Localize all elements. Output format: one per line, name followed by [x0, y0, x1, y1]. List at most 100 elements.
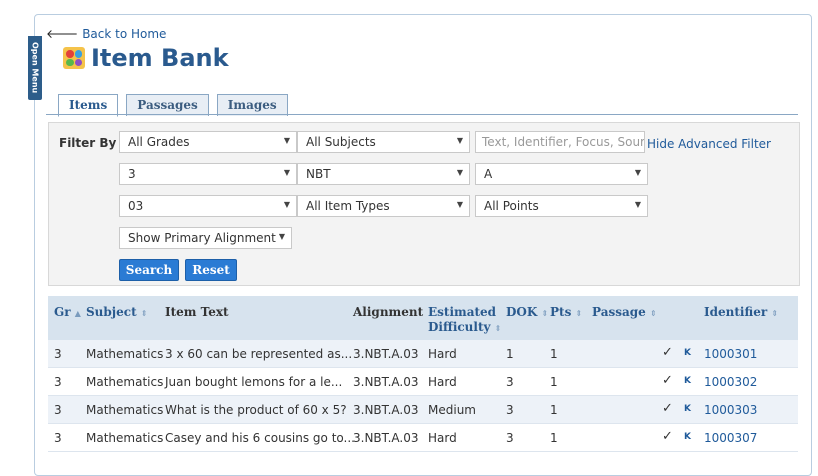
points-select[interactable]: All Points ▼ [475, 195, 648, 217]
items-table: Gr ▲ Subject ⇕ Item Text Alignment Estim… [48, 296, 798, 452]
cell-subject: Mathematics [86, 431, 164, 445]
header-item-text: Item Text [165, 305, 229, 319]
chevron-down-icon: ▼ [456, 136, 463, 145]
cell-grade: 3 [54, 431, 62, 445]
cell-text: Casey and his 6 cousins go to... [165, 431, 355, 445]
points-value: All Points [484, 199, 539, 213]
grades-select[interactable]: All Grades ▼ [119, 131, 297, 153]
cell-pts: 1 [550, 347, 558, 361]
filter-by-label: Filter By [59, 136, 117, 150]
chevron-down-icon: ▼ [283, 200, 290, 209]
cell-pts: 1 [550, 375, 558, 389]
cell-dok: 1 [506, 347, 514, 361]
cluster-value: A [484, 167, 493, 181]
reset-button[interactable]: Reset [185, 259, 237, 281]
tab-images[interactable]: Images [216, 94, 288, 116]
back-arrow-icon: 🡐 [46, 27, 79, 41]
cell-alignment: 3.NBT.A.03 [353, 403, 419, 417]
standard-value: 03 [128, 199, 144, 213]
header-difficulty[interactable]: Estimated Difficulty ⇕ [428, 305, 501, 336]
subjects-select[interactable]: All Subjects ▼ [297, 131, 470, 153]
cell-dok: 3 [506, 375, 514, 389]
header-dok[interactable]: DOK ⇕ [506, 305, 548, 319]
sort-asc-icon: ▲ [74, 308, 81, 318]
cell-difficulty: Hard [428, 347, 457, 361]
sort-icon: ⇕ [649, 308, 657, 318]
cell-grade: 3 [54, 347, 62, 361]
grade-level-value: 3 [128, 167, 136, 181]
tab-passages[interactable]: Passages [126, 94, 209, 116]
cell-grade: 3 [54, 403, 62, 417]
check-icon: ✓ [662, 373, 673, 388]
key-badge-icon[interactable]: K [684, 404, 691, 414]
key-badge-icon[interactable]: K [684, 348, 691, 358]
header-subject[interactable]: Subject ⇕ [86, 305, 148, 319]
filter-panel: Filter By All Grades ▼ All Subjects ▼ Te… [48, 122, 800, 286]
item-types-value: All Item Types [306, 199, 390, 213]
chevron-down-icon: ▼ [456, 200, 463, 209]
cell-difficulty: Hard [428, 431, 457, 445]
alignment-select[interactable]: Show Primary Alignment ▼ [119, 227, 292, 249]
sort-icon: ⇕ [541, 308, 549, 318]
search-button[interactable]: Search [119, 259, 179, 281]
header-grade[interactable]: Gr ▲ [54, 305, 81, 319]
standard-select[interactable]: 03 ▼ [119, 195, 297, 217]
domain-select[interactable]: NBT ▼ [297, 163, 470, 185]
header-alignment: Alignment [353, 305, 424, 319]
item-types-select[interactable]: All Item Types ▼ [297, 195, 470, 217]
search-input[interactable]: Text, Identifier, Focus, Source [475, 131, 645, 153]
identifier-link[interactable]: 1000307 [704, 431, 757, 445]
sort-icon: ⇕ [494, 323, 502, 333]
page-title: Item Bank [63, 44, 229, 72]
cell-dok: 3 [506, 431, 514, 445]
back-to-home-link[interactable]: 🡐 Back to Home [46, 26, 167, 42]
key-badge-icon[interactable]: K [684, 376, 691, 386]
cell-text: Juan bought lemons for a le... [165, 375, 343, 389]
sort-icon: ⇕ [140, 308, 148, 318]
cell-alignment: 3.NBT.A.03 [353, 431, 419, 445]
identifier-link[interactable]: 1000301 [704, 347, 757, 361]
chevron-down-icon: ▼ [634, 200, 641, 209]
check-icon: ✓ [662, 429, 673, 444]
domain-value: NBT [306, 167, 331, 181]
item-bank-logo-icon [63, 47, 85, 69]
cell-alignment: 3.NBT.A.03 [353, 347, 419, 361]
sort-icon: ⇕ [575, 308, 583, 318]
header-identifier[interactable]: Identifier ⇕ [704, 305, 778, 319]
alignment-value: Show Primary Alignment [128, 231, 276, 245]
tab-divider [46, 114, 798, 115]
table-row[interactable]: 3 Mathematics Casey and his 6 cousins go t… [48, 424, 798, 452]
page-title-text: Item Bank [91, 44, 229, 72]
hide-advanced-filter-link[interactable]: Hide Advanced Filter [647, 137, 771, 151]
sort-icon: ⇕ [771, 308, 779, 318]
cluster-select[interactable]: A ▼ [475, 163, 648, 185]
cell-subject: Mathematics [86, 403, 164, 417]
chevron-down-icon: ▼ [278, 232, 285, 241]
table-header: Gr ▲ Subject ⇕ Item Text Alignment Estim… [48, 296, 798, 340]
chevron-down-icon: ▼ [283, 136, 290, 145]
key-badge-icon[interactable]: K [684, 432, 691, 442]
grade-level-select[interactable]: 3 ▼ [119, 163, 297, 185]
cell-pts: 1 [550, 431, 558, 445]
back-to-home-label: Back to Home [82, 26, 167, 41]
cell-text: What is the product of 60 x 5? [165, 403, 347, 417]
cell-dok: 3 [506, 403, 514, 417]
open-menu-tab[interactable]: Open Menu [28, 36, 42, 100]
cell-grade: 3 [54, 375, 62, 389]
cell-subject: Mathematics [86, 347, 164, 361]
cell-alignment: 3.NBT.A.03 [353, 375, 419, 389]
cell-pts: 1 [550, 403, 558, 417]
header-passage[interactable]: Passage ⇕ [592, 305, 657, 319]
cell-text: 3 x 60 can be represented as... [165, 347, 353, 361]
identifier-link[interactable]: 1000302 [704, 375, 757, 389]
grades-select-value: All Grades [128, 135, 190, 149]
table-row[interactable]: 3 Mathematics 3 x 60 can be represented as… [48, 340, 798, 368]
table-row[interactable]: 3 Mathematics Juan bought lemons for a le.… [48, 368, 798, 396]
check-icon: ✓ [662, 401, 673, 416]
table-row[interactable]: 3 Mathematics What is the product of 60 x … [48, 396, 798, 424]
header-pts[interactable]: Pts ⇕ [550, 305, 582, 319]
cell-difficulty: Medium [428, 403, 476, 417]
cell-difficulty: Hard [428, 375, 457, 389]
identifier-link[interactable]: 1000303 [704, 403, 757, 417]
chevron-down-icon: ▼ [456, 168, 463, 177]
